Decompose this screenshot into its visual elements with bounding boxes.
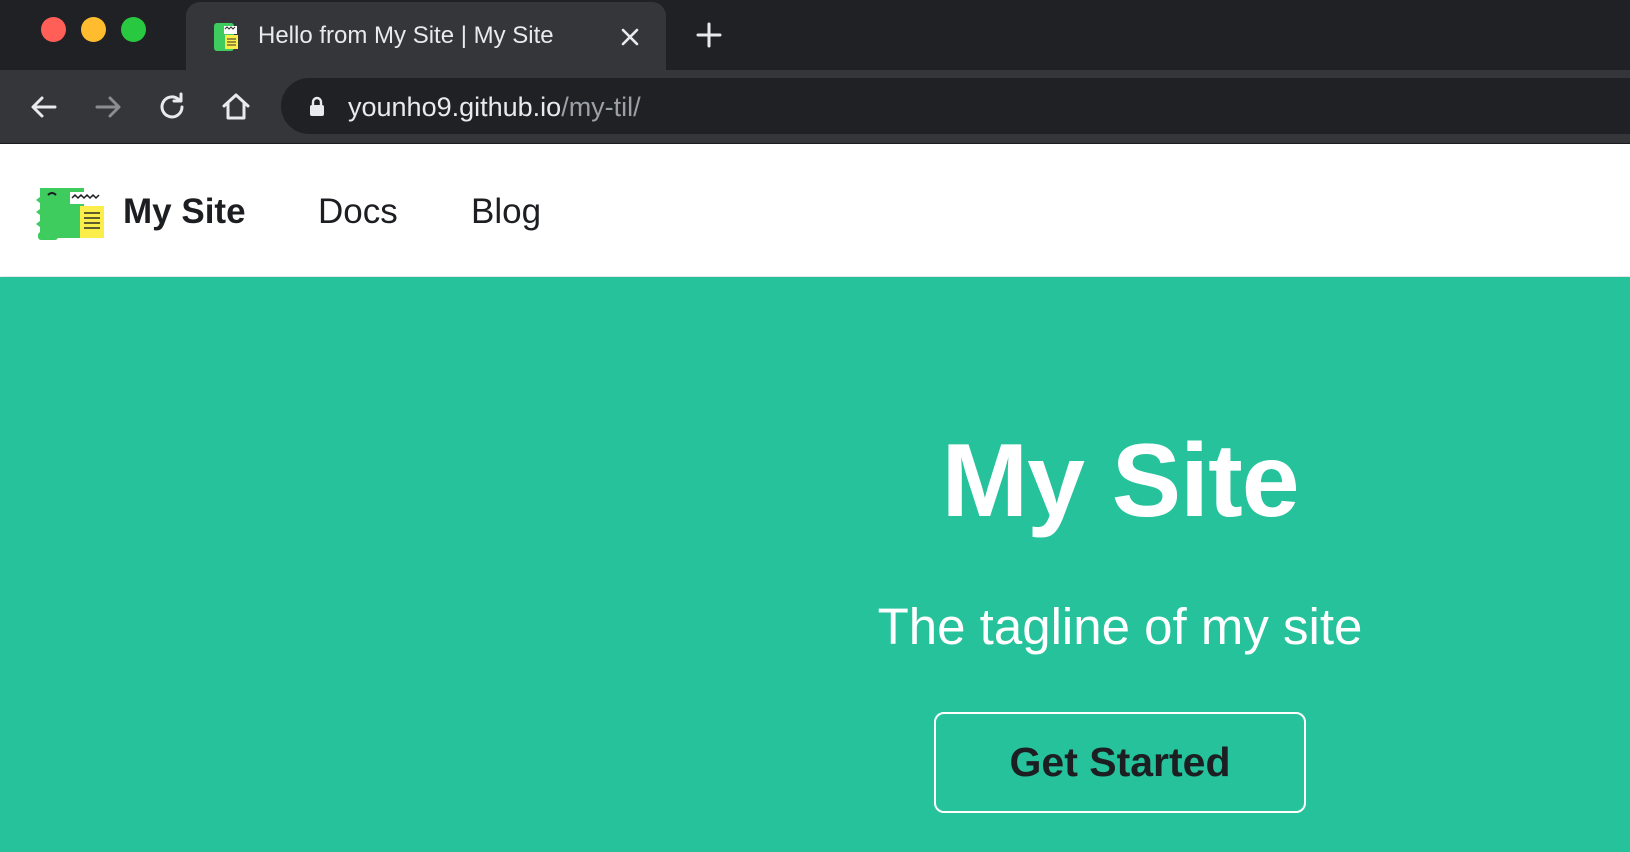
- url-path: /my-til/: [561, 92, 641, 122]
- window-zoom-button[interactable]: [121, 17, 146, 42]
- browser-tab-active[interactable]: Hello from My Site | My Site: [186, 2, 666, 70]
- close-icon[interactable]: [617, 24, 643, 50]
- navbar-brand[interactable]: My Site: [123, 192, 246, 232]
- docusaurus-dino-icon: [214, 23, 238, 51]
- tab-title: Hello from My Site | My Site: [258, 22, 554, 49]
- browser-toolbar: younho9.github.io/my-til/: [0, 70, 1630, 144]
- address-bar[interactable]: younho9.github.io/my-til/: [281, 78, 1630, 134]
- back-arrow-icon[interactable]: [27, 90, 61, 124]
- hero-title: My Site: [941, 423, 1299, 539]
- lock-icon[interactable]: [305, 94, 329, 118]
- nav-link-blog[interactable]: Blog: [471, 192, 541, 232]
- forward-arrow-icon[interactable]: [91, 90, 125, 124]
- site-navbar: My Site Docs Blog: [0, 144, 1630, 276]
- docusaurus-dino-icon[interactable]: [36, 180, 108, 242]
- reload-icon[interactable]: [155, 90, 189, 124]
- url-text: younho9.github.io/my-til/: [348, 92, 641, 123]
- home-icon[interactable]: [219, 90, 253, 124]
- hero-banner: My Site The tagline of my site Get Start…: [0, 277, 1630, 852]
- url-host: younho9.github.io: [348, 92, 562, 122]
- window-close-button[interactable]: [41, 17, 66, 42]
- get-started-button[interactable]: Get Started: [934, 712, 1306, 813]
- plus-icon[interactable]: [694, 20, 724, 50]
- browser-tab-bar: Hello from My Site | My Site: [0, 0, 1630, 70]
- nav-link-docs[interactable]: Docs: [318, 192, 398, 232]
- hero-tagline: The tagline of my site: [877, 598, 1363, 655]
- window-minimize-button[interactable]: [81, 17, 106, 42]
